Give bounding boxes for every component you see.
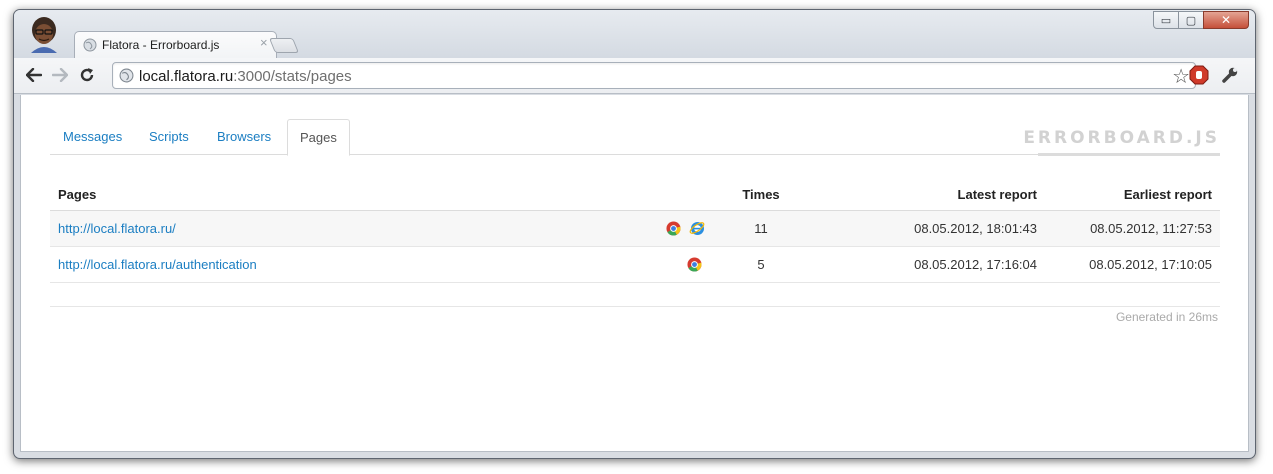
column-header-times[interactable]: Times [715,179,807,211]
pages-table: Pages Times Latest report Earliest repor… [50,179,1220,283]
tab-close-icon[interactable]: × [260,35,268,50]
bookmark-star-icon[interactable]: ☆ [1172,64,1190,89]
page-link[interactable]: http://local.flatora.ru/ [58,221,176,236]
reload-button[interactable] [76,64,98,86]
times-cell: 5 [715,246,807,283]
browsers-cell [655,210,716,247]
tab-messages[interactable]: Messages [51,119,134,155]
table-row: http://local.flatora.ru/ 11 08.05.2012, … [50,210,1220,247]
earliest-report-cell: 08.05.2012, 11:27:53 [1045,210,1220,247]
column-header-browsers [655,179,716,211]
maximize-button[interactable]: ▢ [1178,11,1204,29]
extension-stop-icon[interactable] [1189,65,1209,85]
brand-underline [1038,153,1220,156]
forward-arrow-icon [52,68,68,82]
close-window-button[interactable]: ✕ [1203,11,1249,29]
back-arrow-icon [26,68,42,82]
browser-window: Flatora - Errorboard.js × ▭ ▢ ✕ local.fl… [13,9,1256,459]
reload-icon [80,68,94,82]
latest-report-cell: 08.05.2012, 17:16:04 [806,246,1045,283]
earliest-report-cell: 08.05.2012, 17:10:05 [1045,246,1220,283]
stats-tabs: Messages Scripts Browsers Pages ERRORBOA… [50,119,1220,156]
url-text: local.flatora.ru:3000/stats/pages [139,68,352,85]
browser-tab-active[interactable]: Flatora - Errorboard.js × [74,31,277,58]
table-row: http://local.flatora.ru/authentication 5… [50,246,1220,283]
wrench-icon[interactable] [1221,66,1239,84]
window-controls: ▭ ▢ ✕ [1153,11,1249,29]
new-tab-button[interactable] [268,38,300,53]
chrome-icon [687,257,702,272]
forward-button[interactable] [49,64,71,86]
page-content: Messages Scripts Browsers Pages ERRORBOA… [20,95,1249,452]
tab-title: Flatora - Errorboard.js [102,38,220,52]
profile-avatar-icon[interactable] [27,15,61,53]
page-cell: http://local.flatora.ru/ [50,210,656,247]
tab-scripts[interactable]: Scripts [137,119,201,155]
brand-logo: ERRORBOARD.JS [1023,128,1220,148]
generated-time: Generated in 26ms [1115,310,1218,324]
page-link[interactable]: http://local.flatora.ru/authentication [58,257,257,272]
globe-icon [119,68,134,83]
back-button[interactable] [23,64,45,86]
globe-icon [83,38,97,52]
url-path: :3000/stats/pages [233,68,352,85]
chrome-icon [666,221,681,236]
latest-report-cell: 08.05.2012, 18:01:43 [806,210,1045,247]
browsers-cell [655,246,716,283]
browser-toolbar: local.flatora.ru:3000/stats/pages ☆ [14,58,1255,94]
page-cell: http://local.flatora.ru/authentication [50,246,656,283]
tab-browsers[interactable]: Browsers [205,119,283,155]
ie-icon [689,222,705,236]
address-bar[interactable]: local.flatora.ru:3000/stats/pages ☆ [112,62,1196,89]
tab-pages[interactable]: Pages [287,119,350,156]
column-header-earliest-report[interactable]: Earliest report [1045,179,1220,211]
title-bar: Flatora - Errorboard.js × ▭ ▢ ✕ [14,10,1255,58]
column-header-latest-report[interactable]: Latest report [806,179,1045,211]
minimize-button[interactable]: ▭ [1153,11,1179,29]
url-host: local.flatora.ru [139,68,234,85]
times-cell: 11 [715,210,807,247]
column-header-pages[interactable]: Pages [50,179,656,211]
table-header-row: Pages Times Latest report Earliest repor… [50,179,1220,211]
footer-divider [50,306,1220,307]
